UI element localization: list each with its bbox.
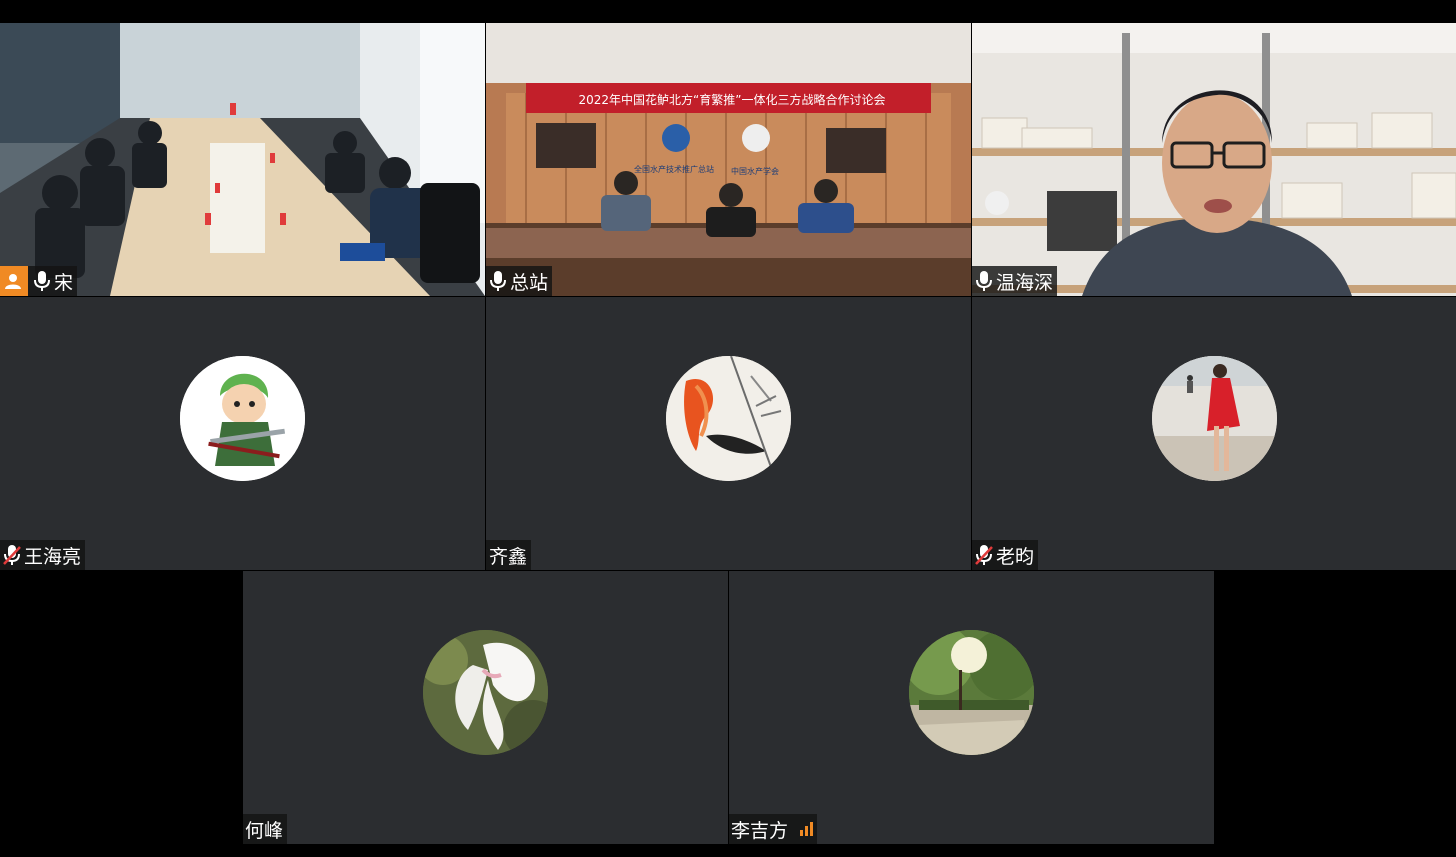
name-tag: 总站	[486, 266, 553, 296]
meeting-room-video	[0, 23, 485, 296]
participant-name: 王海亮	[24, 545, 82, 568]
avatar	[909, 630, 1034, 755]
conference-stage-video	[486, 23, 971, 296]
video-tile-wenhaishen[interactable]: 温海深	[972, 23, 1456, 296]
sign-left: 全国水产技术推广总站	[634, 165, 714, 174]
participant-tile-laoyun[interactable]: 老昀	[972, 297, 1456, 570]
video-tile-song[interactable]: 宋	[0, 23, 485, 296]
avatar	[423, 630, 548, 755]
speaker-video	[972, 23, 1456, 296]
avatar	[1152, 356, 1277, 481]
name-tag: 宋	[0, 266, 78, 296]
name-tag: 王海亮	[0, 540, 86, 570]
name-tag: 温海深	[972, 266, 1058, 296]
participant-tile-wanghailiang[interactable]: 王海亮	[0, 297, 485, 570]
participant-name: 温海深	[996, 271, 1054, 294]
microphone-muted-icon	[2, 544, 22, 566]
participant-name: 齐鑫	[489, 545, 528, 568]
participant-tile-qixin[interactable]: 齐鑫	[486, 297, 971, 570]
signal-bars-icon	[800, 822, 814, 836]
participant-tile-hefeng[interactable]: 何峰	[243, 571, 728, 844]
meeting-banner: 2022年中国花鲈北方“育繁推”一体化三方战略合作讨论会	[578, 93, 886, 107]
participant-name: 总站	[510, 271, 549, 294]
avatar	[666, 356, 791, 481]
name-tag: 老昀	[972, 540, 1039, 570]
microphone-icon	[974, 270, 994, 292]
microphone-icon	[32, 270, 52, 292]
video-tile-zongzhan[interactable]: 2022年中国花鲈北方“育繁推”一体化三方战略合作讨论会 全国水产技术推广总站 …	[486, 23, 971, 296]
name-tag: 何峰	[243, 814, 288, 844]
microphone-muted-icon	[974, 544, 994, 566]
participant-name: 何峰	[245, 819, 284, 842]
name-tag: 李吉方	[729, 814, 818, 844]
participant-name: 宋	[54, 271, 74, 294]
host-icon	[0, 266, 28, 296]
participant-name: 李吉方	[731, 819, 789, 842]
sign-right: 中国水产学会	[731, 167, 779, 176]
name-tag: 齐鑫	[486, 540, 532, 570]
avatar	[180, 356, 305, 481]
participant-name: 老昀	[996, 545, 1035, 568]
microphone-icon	[488, 270, 508, 292]
participant-tile-lijifang[interactable]: 李吉方	[729, 571, 1214, 844]
